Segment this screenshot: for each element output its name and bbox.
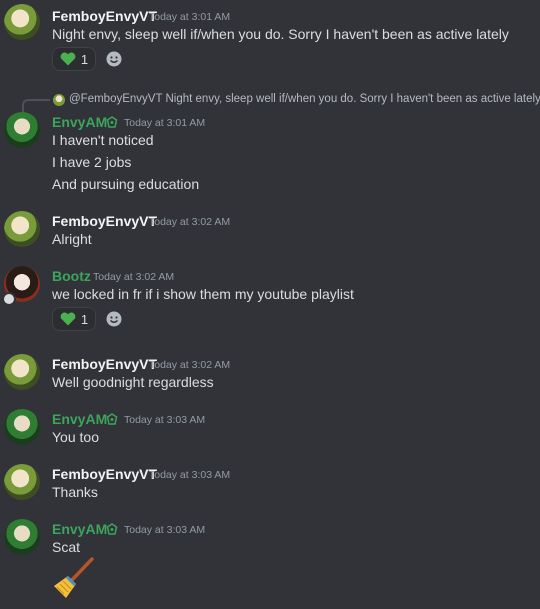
timestamp: Today at 3:03 AM <box>124 414 206 426</box>
timestamp: Today at 3:03 AM <box>124 524 206 536</box>
broom-emoji-icon[interactable] <box>52 556 96 600</box>
smiley-icon <box>106 311 122 327</box>
role-badge-icon <box>106 523 118 535</box>
avatar-decoration <box>2 292 16 306</box>
timestamp: Today at 3:01 AM <box>124 117 206 129</box>
timestamp: Today at 3:02 AM <box>149 359 231 371</box>
timestamp: Today at 3:02 AM <box>93 271 175 283</box>
message-text: I haven't noticed <box>52 132 154 148</box>
smiley-icon <box>106 51 122 67</box>
message-text: we locked in fr if i show them my youtub… <box>52 286 354 302</box>
message-text: Alright <box>52 231 92 247</box>
author-name[interactable]: EnvyAM <box>52 411 107 427</box>
author-name[interactable]: FemboyEnvyVT <box>52 466 157 482</box>
author-name[interactable]: FemboyEnvyVT <box>52 356 157 372</box>
reaction-button[interactable]: 1 <box>52 47 96 71</box>
timestamp: Today at 3:01 AM <box>149 11 231 23</box>
message-text: You too <box>52 429 99 445</box>
role-badge-icon <box>106 116 118 128</box>
reply-connector <box>22 99 50 113</box>
avatar[interactable] <box>4 519 40 555</box>
reply-preview-text: Night envy, sleep well if/when you do. S… <box>165 93 540 105</box>
author-name[interactable]: FemboyEnvyVT <box>52 213 157 229</box>
reply-avatar <box>53 94 65 106</box>
avatar[interactable] <box>4 211 40 247</box>
reply-mention: @FemboyEnvyVT <box>69 93 163 105</box>
avatar[interactable] <box>4 112 40 148</box>
reaction-count: 1 <box>80 311 89 327</box>
author-name[interactable]: Bootz <box>52 268 91 284</box>
green-heart-icon <box>60 312 76 326</box>
reply-preview[interactable]: @FemboyEnvyVT Night envy, sleep well if/… <box>69 93 540 105</box>
author-name[interactable]: EnvyAM <box>52 114 107 130</box>
message-text: Thanks <box>52 484 98 500</box>
message-text: Night envy, sleep well if/when you do. S… <box>52 26 509 42</box>
add-reaction-button[interactable] <box>102 47 126 71</box>
add-reaction-button[interactable] <box>102 307 126 331</box>
avatar[interactable] <box>4 464 40 500</box>
role-badge-icon <box>106 413 118 425</box>
avatar[interactable] <box>4 409 40 445</box>
author-name[interactable]: FemboyEnvyVT <box>52 8 157 24</box>
message-text: Scat <box>52 539 81 555</box>
message-text: I have 2 jobs <box>52 154 132 170</box>
author-name[interactable]: EnvyAM <box>52 521 107 537</box>
avatar[interactable] <box>4 354 40 390</box>
reaction-count: 1 <box>80 51 89 67</box>
timestamp: Today at 3:03 AM <box>149 469 231 481</box>
timestamp: Today at 3:02 AM <box>149 216 231 228</box>
green-heart-icon <box>60 52 76 66</box>
reaction-button[interactable]: 1 <box>52 307 96 331</box>
avatar[interactable] <box>4 4 40 40</box>
message-text: Well goodnight regardless <box>52 374 214 390</box>
message-text: And pursuing education <box>52 176 200 192</box>
